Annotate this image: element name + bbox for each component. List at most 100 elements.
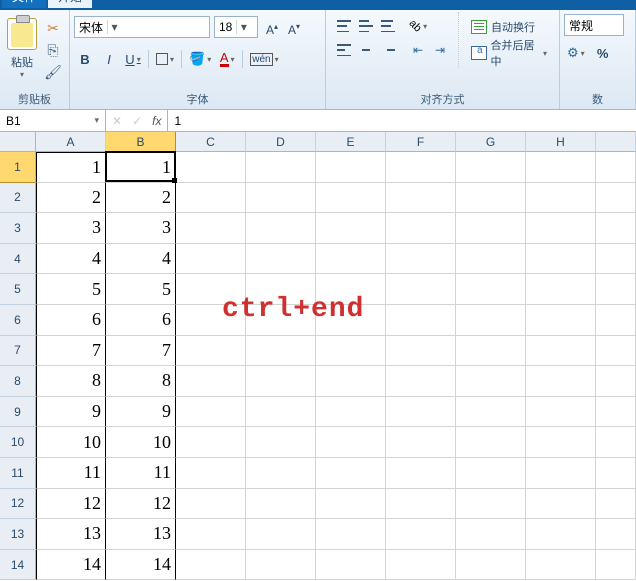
cell[interactable]: [316, 336, 386, 367]
font-name-combo[interactable]: 宋体 ▾: [74, 16, 210, 38]
cell[interactable]: 3: [106, 213, 176, 244]
cell[interactable]: [596, 489, 636, 520]
cell[interactable]: [386, 183, 456, 214]
row-header-9[interactable]: 9: [0, 397, 36, 428]
cell[interactable]: [526, 366, 596, 397]
cell[interactable]: [246, 366, 316, 397]
cell[interactable]: 1: [106, 152, 176, 183]
cell[interactable]: 11: [106, 458, 176, 489]
cell[interactable]: 10: [106, 427, 176, 458]
cell[interactable]: [596, 366, 636, 397]
formula-input[interactable]: 1: [168, 110, 636, 131]
cell[interactable]: [176, 213, 246, 244]
cell[interactable]: [386, 244, 456, 275]
wrap-text-button[interactable]: 自动换行: [467, 16, 551, 38]
row-header-4[interactable]: 4: [0, 244, 36, 275]
cell[interactable]: [456, 366, 526, 397]
cell[interactable]: 2: [106, 183, 176, 214]
cell[interactable]: 2: [36, 183, 106, 214]
cell[interactable]: [456, 305, 526, 336]
paste-button[interactable]: 粘贴 ▾: [4, 12, 40, 82]
cell[interactable]: [316, 458, 386, 489]
cell[interactable]: [386, 489, 456, 520]
decrease-font-button[interactable]: A▾: [284, 16, 304, 38]
row-header-11[interactable]: 11: [0, 458, 36, 489]
tab-file[interactable]: 文件: [2, 0, 46, 8]
column-header-A[interactable]: A: [36, 132, 106, 152]
cell[interactable]: [246, 183, 316, 214]
cell[interactable]: [596, 336, 636, 367]
cell[interactable]: [526, 305, 596, 336]
cell[interactable]: [456, 397, 526, 428]
cell[interactable]: [246, 397, 316, 428]
cell[interactable]: [386, 550, 456, 581]
cell[interactable]: [386, 152, 456, 183]
row-header-5[interactable]: 5: [0, 274, 36, 305]
cell[interactable]: 5: [106, 274, 176, 305]
cancel-formula-icon[interactable]: ✕: [112, 114, 122, 128]
cell[interactable]: [176, 183, 246, 214]
cell[interactable]: [456, 489, 526, 520]
borders-button[interactable]: [153, 48, 177, 70]
cell[interactable]: [596, 274, 636, 305]
cell[interactable]: [596, 244, 636, 275]
column-header-E[interactable]: E: [316, 132, 386, 152]
cell[interactable]: 4: [106, 244, 176, 275]
phonetic-button[interactable]: wén: [247, 48, 281, 70]
cell[interactable]: [456, 183, 526, 214]
cell[interactable]: [316, 550, 386, 581]
cell[interactable]: [526, 336, 596, 367]
cell[interactable]: [456, 550, 526, 581]
cell[interactable]: [176, 489, 246, 520]
cell[interactable]: [316, 183, 386, 214]
cell[interactable]: [386, 336, 456, 367]
fill-color-button[interactable]: 🪣: [186, 48, 214, 70]
cell[interactable]: [246, 427, 316, 458]
cell[interactable]: [176, 336, 246, 367]
cell[interactable]: [316, 152, 386, 183]
copy-icon[interactable]: ⎘: [44, 42, 62, 58]
cell[interactable]: 9: [36, 397, 106, 428]
cell[interactable]: 6: [106, 305, 176, 336]
cell[interactable]: [456, 274, 526, 305]
italic-button[interactable]: I: [98, 48, 120, 70]
cell[interactable]: [526, 183, 596, 214]
row-header-12[interactable]: 12: [0, 489, 36, 520]
accounting-format-button[interactable]: ⚙: [564, 42, 588, 64]
cell[interactable]: 12: [36, 489, 106, 520]
cell[interactable]: 12: [106, 489, 176, 520]
cell[interactable]: [386, 274, 456, 305]
cell[interactable]: [526, 244, 596, 275]
cell[interactable]: [386, 458, 456, 489]
orientation-button[interactable]: ab: [408, 16, 428, 36]
cell[interactable]: [456, 458, 526, 489]
row-header-6[interactable]: 6: [0, 305, 36, 336]
cell[interactable]: [596, 550, 636, 581]
row-header-2[interactable]: 2: [0, 183, 36, 214]
decrease-indent-button[interactable]: ⇤: [408, 40, 428, 60]
cell[interactable]: [526, 489, 596, 520]
align-bottom-button[interactable]: [378, 16, 398, 36]
cell[interactable]: [526, 213, 596, 244]
cell[interactable]: [246, 489, 316, 520]
cell[interactable]: [176, 458, 246, 489]
increase-font-button[interactable]: A▴: [262, 16, 282, 38]
cell[interactable]: [596, 519, 636, 550]
underline-button[interactable]: U: [122, 48, 144, 70]
cell[interactable]: 6: [36, 305, 106, 336]
bold-button[interactable]: B: [74, 48, 96, 70]
cell[interactable]: [596, 152, 636, 183]
cell[interactable]: [316, 213, 386, 244]
cell[interactable]: [246, 244, 316, 275]
cell[interactable]: [596, 427, 636, 458]
cell[interactable]: [596, 397, 636, 428]
cell[interactable]: [316, 519, 386, 550]
row-header-1[interactable]: 1: [0, 152, 36, 183]
cell[interactable]: [386, 397, 456, 428]
row-header-10[interactable]: 10: [0, 427, 36, 458]
cell[interactable]: [386, 366, 456, 397]
row-header-8[interactable]: 8: [0, 366, 36, 397]
cell[interactable]: [596, 213, 636, 244]
cell[interactable]: 3: [36, 213, 106, 244]
cell[interactable]: 7: [106, 336, 176, 367]
